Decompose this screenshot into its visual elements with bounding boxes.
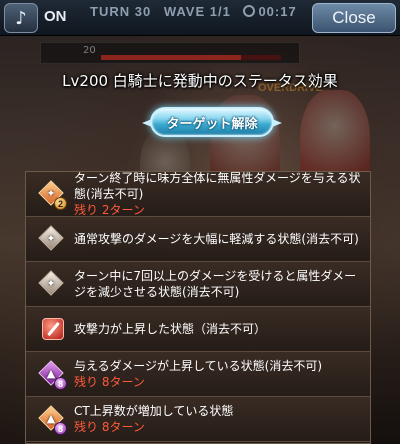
sparkle-diamond-icon: ✦ 2 bbox=[38, 180, 67, 210]
status-effect-row: ▲ 8 与えるダメージが上昇している状態(消去不可) 残り 8ターン bbox=[26, 352, 370, 397]
status-effect-text: CT上昇数が増加している状態 bbox=[74, 404, 234, 418]
status-effect-text: 攻撃力が上昇した状態（消去不可） bbox=[74, 322, 267, 336]
status-effect-row: ✦ ターン中に7回以上のダメージを受けると属性ダメージを減少させる状態(消去不可… bbox=[26, 262, 370, 307]
white-diamond-shield-icon: ✦ bbox=[38, 270, 65, 297]
turn-badge: 8 bbox=[54, 377, 67, 390]
top-hud: ♪ ON TURN 30 WAVE 1/1 00:17 Close bbox=[0, 0, 400, 36]
target-release-button[interactable]: ターゲット解除 bbox=[142, 107, 282, 137]
status-effect-turns: 残り 2ターン bbox=[74, 203, 145, 217]
close-button[interactable]: Close bbox=[312, 3, 396, 33]
status-effect-text: 通常攻撃のダメージを大幅に軽減する状態(消去不可) bbox=[74, 232, 359, 246]
status-effect-text: 与えるダメージが上昇している状態(消去不可) bbox=[74, 359, 323, 373]
turn-counter: TURN 30 bbox=[90, 4, 152, 19]
status-effect-row: ✦ 2 ターン終了時に味方全体に無属性ダメージを与える状態(消去不可) 残り 2… bbox=[26, 172, 370, 217]
attack-up-sword-icon bbox=[42, 318, 64, 340]
turn-info: TURN 30 WAVE 1/1 00:17 bbox=[90, 4, 305, 19]
turn-badge: 2 bbox=[54, 197, 67, 210]
music-note-icon: ♪ bbox=[15, 7, 27, 29]
status-effect-list[interactable]: ✦ 2 ターン終了時に味方全体に無属性ダメージを与える状態(消去不可) 残り 2… bbox=[25, 171, 371, 444]
status-effect-text: ターン終了時に味方全体に無属性ダメージを与える状態(消去不可) bbox=[74, 171, 361, 201]
status-effect-row: 攻撃力が上昇した状態（消去不可） bbox=[26, 307, 370, 352]
status-effect-row: ✦ 通常攻撃のダメージを大幅に軽減する状態(消去不可) bbox=[26, 217, 370, 262]
status-effect-text: ターン中に7回以上のダメージを受けると属性ダメージを減少させる状態(消去不可) bbox=[74, 269, 357, 299]
wave-counter: WAVE 1/1 bbox=[163, 4, 231, 19]
status-effect-turns: 残り 8ターン bbox=[74, 375, 145, 389]
clock-icon bbox=[243, 5, 256, 17]
status-effect-row: ▲ 8 CT上昇数が増加している状態 残り 8ターン bbox=[26, 397, 370, 442]
music-toggle-button[interactable]: ♪ bbox=[4, 3, 38, 33]
orange-ct-up-icon: ▲ 8 bbox=[38, 405, 67, 435]
white-diamond-shield-icon: ✦ bbox=[38, 225, 65, 252]
status-panel-title: Lv200 白騎士に発動中のステータス効果 bbox=[62, 72, 338, 90]
battle-timer: 00:17 bbox=[258, 4, 297, 19]
purple-damage-up-icon: ▲ 8 bbox=[38, 360, 67, 390]
status-effect-turns: 残り 8ターン bbox=[74, 420, 145, 434]
target-release-label: ターゲット解除 bbox=[166, 116, 258, 132]
music-on-label: ON bbox=[44, 8, 67, 25]
turn-badge: 8 bbox=[54, 422, 67, 435]
